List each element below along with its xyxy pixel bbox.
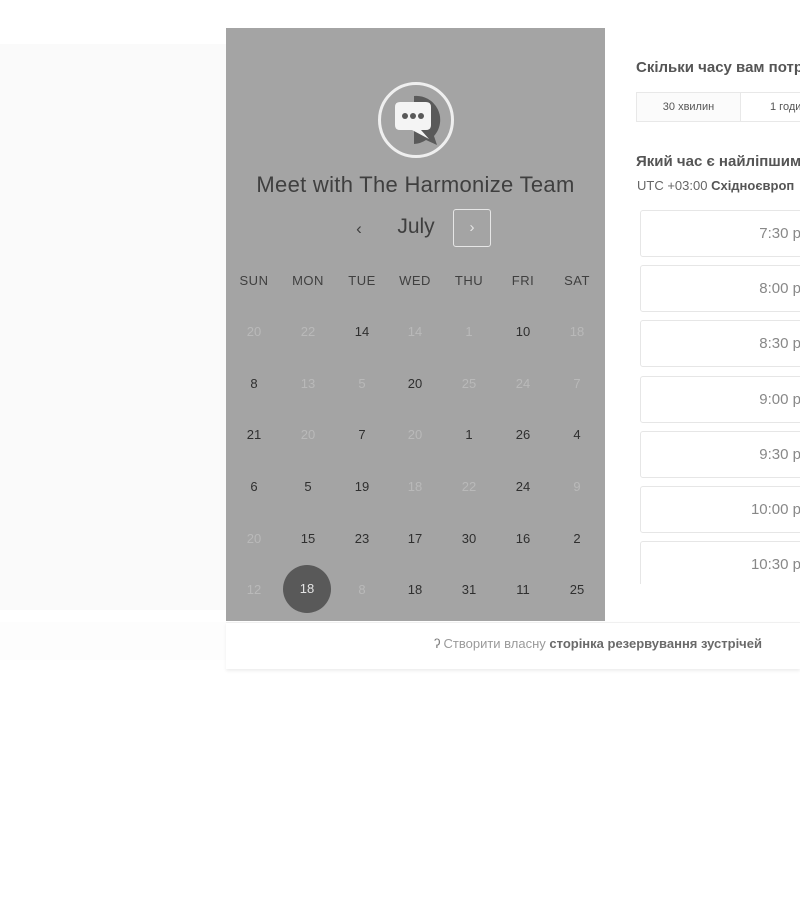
weekday-thu: THU — [454, 273, 484, 288]
duration-option-1h[interactable]: 1 годи — [741, 93, 800, 121]
timezone-label: UTC +03:00 Східноєвроп — [637, 178, 794, 193]
calendar-day[interactable]: 31 — [442, 575, 496, 605]
avatar — [378, 82, 454, 158]
calendar-day[interactable]: 30 — [442, 524, 496, 554]
calendar-day-disabled: 8 — [358, 582, 366, 597]
next-month-button[interactable]: › — [453, 209, 491, 247]
time-slot-list: 7:30 p 8:00 p 8:30 p 9:00 p 9:30 p 10:00… — [640, 210, 800, 584]
left-background-lower — [0, 622, 226, 660]
time-slot[interactable]: 9:30 p — [640, 431, 800, 478]
calendar-day[interactable]: 19 — [335, 472, 389, 502]
calendar-day[interactable]: 24 — [496, 472, 550, 502]
calendar-day-disabled: 7 — [573, 376, 581, 391]
time-slot[interactable]: 9:00 p — [640, 376, 800, 423]
footer-text-bold: сторінка резервування зустрічей — [549, 636, 762, 651]
time-slot[interactable]: 10:00 p — [640, 486, 800, 533]
duration-tabs: 30 хвилин 1 годи — [636, 92, 800, 122]
calendar-day[interactable]: 26 — [496, 420, 550, 450]
weekday-wed: WED — [399, 273, 431, 288]
calendar-day[interactable]: 14 — [335, 317, 389, 347]
calendar-day-disabled: 18 — [569, 324, 585, 339]
calendar-day-disabled: 20 — [246, 531, 262, 546]
chat-bubble-icon — [395, 95, 441, 145]
weekday-tue: TUE — [348, 273, 376, 288]
calendar-day-disabled: 13 — [300, 376, 316, 391]
hubspot-sprocket-icon: ʔ — [434, 636, 441, 651]
time-heading: Який час є найліпшим — [636, 153, 800, 170]
calendar-day-selected[interactable]: 18 — [283, 565, 331, 613]
calendar-day[interactable]: 16 — [496, 524, 550, 554]
calendar-day-disabled: 12 — [246, 582, 262, 597]
calendar-day-disabled: 20 — [246, 324, 262, 339]
calendar-day[interactable]: 10 — [496, 317, 550, 347]
time-slot[interactable]: 10:30 p — [640, 541, 800, 584]
time-slot-label: 7:30 p — [759, 225, 800, 242]
footer-link[interactable]: ʔ Створити власну сторінка резервування з… — [434, 636, 762, 651]
calendar-day-disabled: 20 — [407, 427, 423, 442]
calendar-day-disabled: 1 — [465, 324, 473, 339]
calendar-day[interactable]: 11 — [496, 575, 550, 605]
calendar-day[interactable]: 8 — [227, 369, 281, 399]
time-slot-label: 10:30 p — [750, 556, 800, 573]
weekday-fri: FRI — [511, 273, 535, 288]
calendar-day-disabled: 9 — [573, 479, 581, 494]
time-slot-label: 8:30 p — [759, 335, 800, 352]
calendar-panel: Meet with The Harmonize Team ‹ July › SU… — [226, 28, 605, 621]
calendar-day-disabled: 24 — [515, 376, 531, 391]
calendar-day[interactable]: 1 — [442, 420, 496, 450]
calendar-day[interactable]: 18 — [388, 575, 442, 605]
calendar-day-disabled: 22 — [300, 324, 316, 339]
weekday-sat: SAT — [564, 273, 590, 288]
calendar-day-disabled: 18 — [407, 479, 423, 494]
time-slot-label: 10:00 p — [750, 501, 800, 518]
weekday-sun: SUN — [239, 273, 269, 288]
calendar-day-disabled: 22 — [461, 479, 477, 494]
duration-option-30min[interactable]: 30 хвилин — [637, 93, 741, 121]
calendar-day[interactable]: 21 — [227, 420, 281, 450]
calendar-day[interactable]: 25 — [550, 575, 604, 605]
left-background — [0, 44, 226, 610]
calendar-day[interactable]: 17 — [388, 524, 442, 554]
duration-heading: Скільки часу вам потр — [636, 59, 800, 76]
footer-bar: ʔ Створити власну сторінка резервування з… — [226, 622, 800, 669]
calendar-day[interactable]: 4 — [550, 420, 604, 450]
time-slot-label: 9:00 p — [759, 391, 800, 408]
timezone-offset: UTC +03:00 — [637, 178, 708, 193]
prev-month-button[interactable]: ‹ — [344, 211, 374, 247]
time-slot[interactable]: 8:00 p — [640, 265, 800, 312]
month-label: July — [397, 215, 435, 238]
calendar-day[interactable]: 6 — [227, 472, 281, 502]
footer-text-plain: Створити власну — [443, 636, 546, 651]
calendar-day-disabled: 5 — [358, 376, 366, 391]
calendar-day-disabled: 20 — [300, 427, 316, 442]
time-slot-label: 9:30 p — [759, 446, 800, 463]
calendar-day[interactable]: 5 — [281, 472, 335, 502]
calendar-day[interactable]: 20 — [388, 369, 442, 399]
time-slot[interactable]: 7:30 p — [640, 210, 800, 257]
time-slot[interactable]: 8:30 p — [640, 320, 800, 367]
calendar-day[interactable]: 23 — [335, 524, 389, 554]
timezone-name[interactable]: Східноєвроп — [711, 178, 794, 193]
weekday-mon: MON — [292, 273, 324, 288]
calendar-day-disabled: 14 — [407, 324, 423, 339]
calendar-day[interactable]: 7 — [335, 420, 389, 450]
time-slot-label: 8:00 p — [759, 280, 800, 297]
calendar-day[interactable]: 2 — [550, 524, 604, 554]
calendar-day-disabled: 25 — [461, 376, 477, 391]
calendar-day[interactable]: 15 — [281, 524, 335, 554]
meeting-title: Meet with The Harmonize Team — [256, 172, 575, 197]
